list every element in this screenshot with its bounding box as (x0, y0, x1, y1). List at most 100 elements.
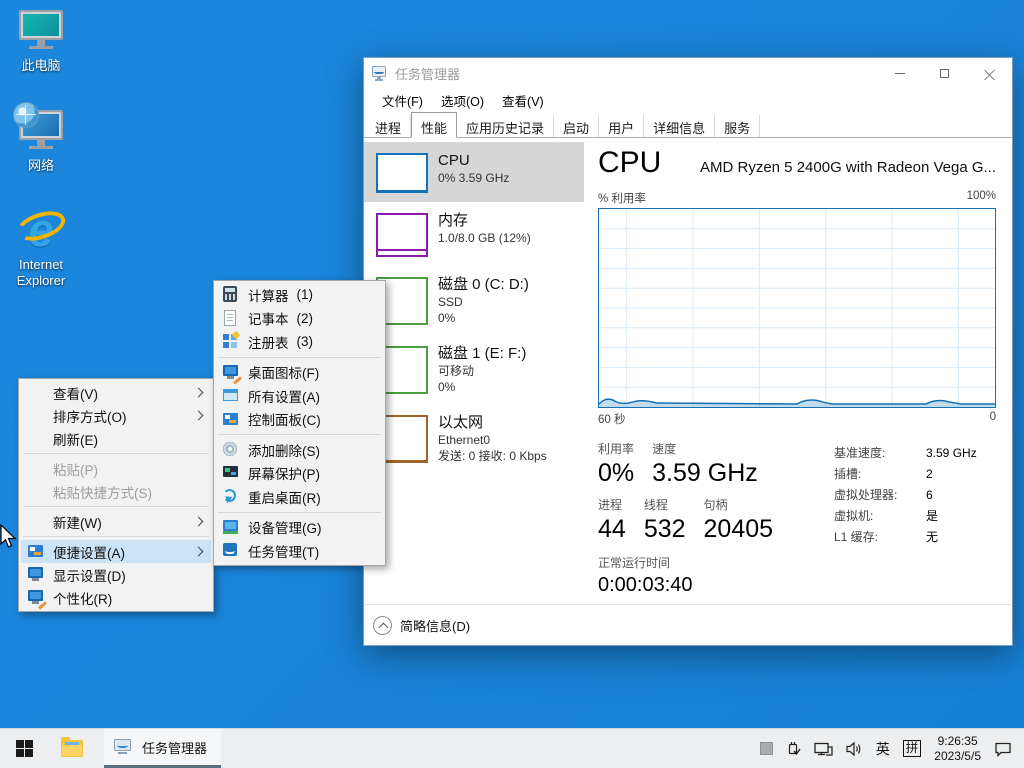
context-menu-quick-settings[interactable]: 便捷设置(A) (21, 540, 211, 563)
threads-label: 线程 (643, 498, 668, 512)
desktop-icon-label: Internet Explorer (16, 257, 66, 288)
taskbar-clock[interactable]: 9:26:35 2023/5/5 (934, 734, 981, 764)
submenu-registry[interactable]: 注册表 (3) (216, 330, 383, 354)
language-indicator[interactable]: 英 (876, 739, 890, 759)
task-manager-taskbar-icon (114, 738, 134, 756)
menu-item-label: 控制面板(C) (248, 413, 321, 429)
sidebar-item-disk0[interactable]: 磁盘 0 (C: D:) SSD 0% (364, 266, 584, 335)
tray-date: 2023/5/5 (934, 748, 981, 763)
tab-app-history[interactable]: 应用历史记录 (457, 115, 555, 137)
minimize-button[interactable] (877, 58, 922, 88)
sidebar-subtitle: Ethernet0 (438, 433, 491, 447)
tab-users[interactable]: 用户 (599, 115, 645, 137)
submenu-notepad[interactable]: 记事本 (2) (216, 307, 383, 331)
titlebar[interactable]: 任务管理器 (364, 58, 1012, 88)
sidebar-item-cpu[interactable]: CPU 0% 3.59 GHz (364, 142, 584, 202)
menu-item-label: 添加删除(S) (248, 443, 320, 459)
context-menu-personalize[interactable]: 个性化(R) (21, 586, 211, 610)
tab-performance[interactable]: 性能 (411, 112, 458, 138)
menu-separator (218, 356, 381, 358)
menu-item-label: 显示设置(D) (53, 568, 126, 584)
menu-separator (218, 511, 381, 513)
sidebar-item-memory[interactable]: 内存 1.0/8.0 GB (12%) (364, 202, 584, 266)
utilization-label: 利用率 (598, 442, 635, 456)
submenu-desktop-icons[interactable]: 桌面图标(F) (216, 361, 383, 385)
menu-separator (218, 434, 381, 435)
menu-file[interactable]: 文件(F) (373, 88, 432, 113)
taskbar-button-label: 任务管理器 (142, 740, 208, 756)
network-tray-icon[interactable] (814, 741, 833, 757)
task-manager-window: 任务管理器 文件(F) 选项(O) 查看(V) 进程 性能 应用历史记录 启动 … (363, 57, 1013, 646)
submenu-calculator[interactable]: 计算器 (1) (216, 283, 383, 307)
personalize-icon (27, 589, 47, 610)
usb-safely-remove-icon[interactable] (786, 740, 801, 757)
menu-item-label: 计算器 (248, 288, 289, 304)
all-settings-icon (222, 387, 239, 404)
virtual-processors-label: 虚拟处理器: (834, 488, 898, 502)
submenu-add-remove[interactable]: 添加删除(S) (216, 438, 383, 462)
context-menu-new[interactable]: 新建(W) (21, 510, 211, 533)
volume-icon[interactable] (846, 741, 863, 757)
desktop-icon-internet-explorer[interactable]: e Internet Explorer (2, 205, 80, 289)
restart-desktop-icon (222, 488, 239, 505)
sidebar-subtitle: 可移动 (438, 364, 475, 378)
close-button[interactable] (967, 58, 1012, 88)
submenu-task-manager[interactable]: 任务管理(T) (216, 539, 383, 563)
tab-startup[interactable]: 启动 (554, 115, 600, 137)
tab-services[interactable]: 服务 (715, 115, 761, 137)
cpu-usage-graph[interactable] (598, 208, 996, 408)
sidebar-item-disk1[interactable]: 磁盘 1 (E: F:) 可移动 0% (364, 335, 584, 404)
submenu-all-settings[interactable]: 所有设置(A) (216, 384, 383, 408)
network-icon (13, 102, 67, 154)
sidebar-item-ethernet[interactable]: 以太网 Ethernet0 发送: 0 接收: 0 Kbps (364, 404, 584, 473)
context-menu-paste-shortcut: 粘贴快捷方式(S) (21, 480, 211, 503)
sockets-value: 2 (926, 467, 933, 481)
menu-item-shortcut: (1) (296, 287, 314, 303)
desktop-icon-network[interactable]: 网络 (2, 102, 80, 174)
cpu-thumbnail (376, 153, 428, 193)
this-pc-icon (15, 8, 67, 54)
submenu-control-panel[interactable]: 控制面板(C) (216, 408, 383, 432)
tray-app-icon[interactable] (759, 742, 773, 755)
menu-separator (23, 453, 209, 454)
fewer-details-label: 简略信息(D) (400, 618, 471, 634)
tab-processes[interactable]: 进程 (366, 115, 412, 137)
speed-value: 3.59 GHz (652, 459, 758, 487)
ime-mode-indicator[interactable]: 拼 (902, 740, 922, 757)
calculator-icon (222, 286, 239, 303)
sidebar-subtitle2: 发送: 0 接收: 0 Kbps (438, 449, 547, 463)
submenu-restart-desktop[interactable]: 重启桌面(R) (216, 485, 383, 509)
fewer-details-toggle[interactable]: 简略信息(D) (364, 604, 1012, 645)
menu-item-label: 任务管理(T) (248, 544, 320, 560)
l1-cache-value: 无 (926, 530, 939, 544)
maximize-button[interactable] (922, 58, 967, 88)
context-menu-refresh[interactable]: 刷新(E) (21, 427, 211, 450)
desktop-icon-label: 网络 (27, 158, 54, 173)
context-menu-display-settings[interactable]: 显示设置(D) (21, 563, 211, 586)
tray-time: 9:26:35 (937, 733, 978, 748)
desktop-context-menu: 查看(V) 排序方式(O) 刷新(E) 粘贴(P) 粘贴快捷方式(S) 新建(W… (18, 378, 214, 612)
action-center-icon[interactable] (994, 740, 1012, 757)
file-explorer-button[interactable] (48, 729, 96, 768)
windows-logo-icon (15, 740, 33, 757)
processes-value: 44 (598, 515, 626, 543)
menu-view[interactable]: 查看(V) (493, 88, 553, 113)
menu-options[interactable]: 选项(O) (432, 88, 493, 113)
menu-item-label: 重启桌面(R) (248, 490, 321, 506)
submenu-screensaver[interactable]: 屏幕保护(P) (216, 462, 383, 486)
tab-details[interactable]: 详细信息 (644, 115, 716, 137)
taskbar-task-manager-button[interactable]: 任务管理器 (104, 729, 222, 768)
context-menu-view[interactable]: 查看(V) (21, 381, 211, 404)
graph-y-max: 100% (966, 190, 996, 202)
menu-separator (23, 536, 209, 537)
graph-y-label: % 利用率 (598, 193, 646, 205)
context-menu-sort-by[interactable]: 排序方式(O) (21, 404, 211, 427)
utilization-value: 0% (598, 459, 635, 487)
virtual-machine-label: 虚拟机: (834, 509, 874, 523)
submenu-device-manager[interactable]: 设备管理(G) (216, 516, 383, 540)
virtual-processors-value: 6 (926, 488, 933, 502)
desktop-icon-this-pc[interactable]: 此电脑 (2, 8, 80, 74)
start-button[interactable] (0, 729, 48, 768)
registry-icon (222, 333, 239, 350)
menu-item-label: 所有设置(A) (248, 389, 320, 405)
